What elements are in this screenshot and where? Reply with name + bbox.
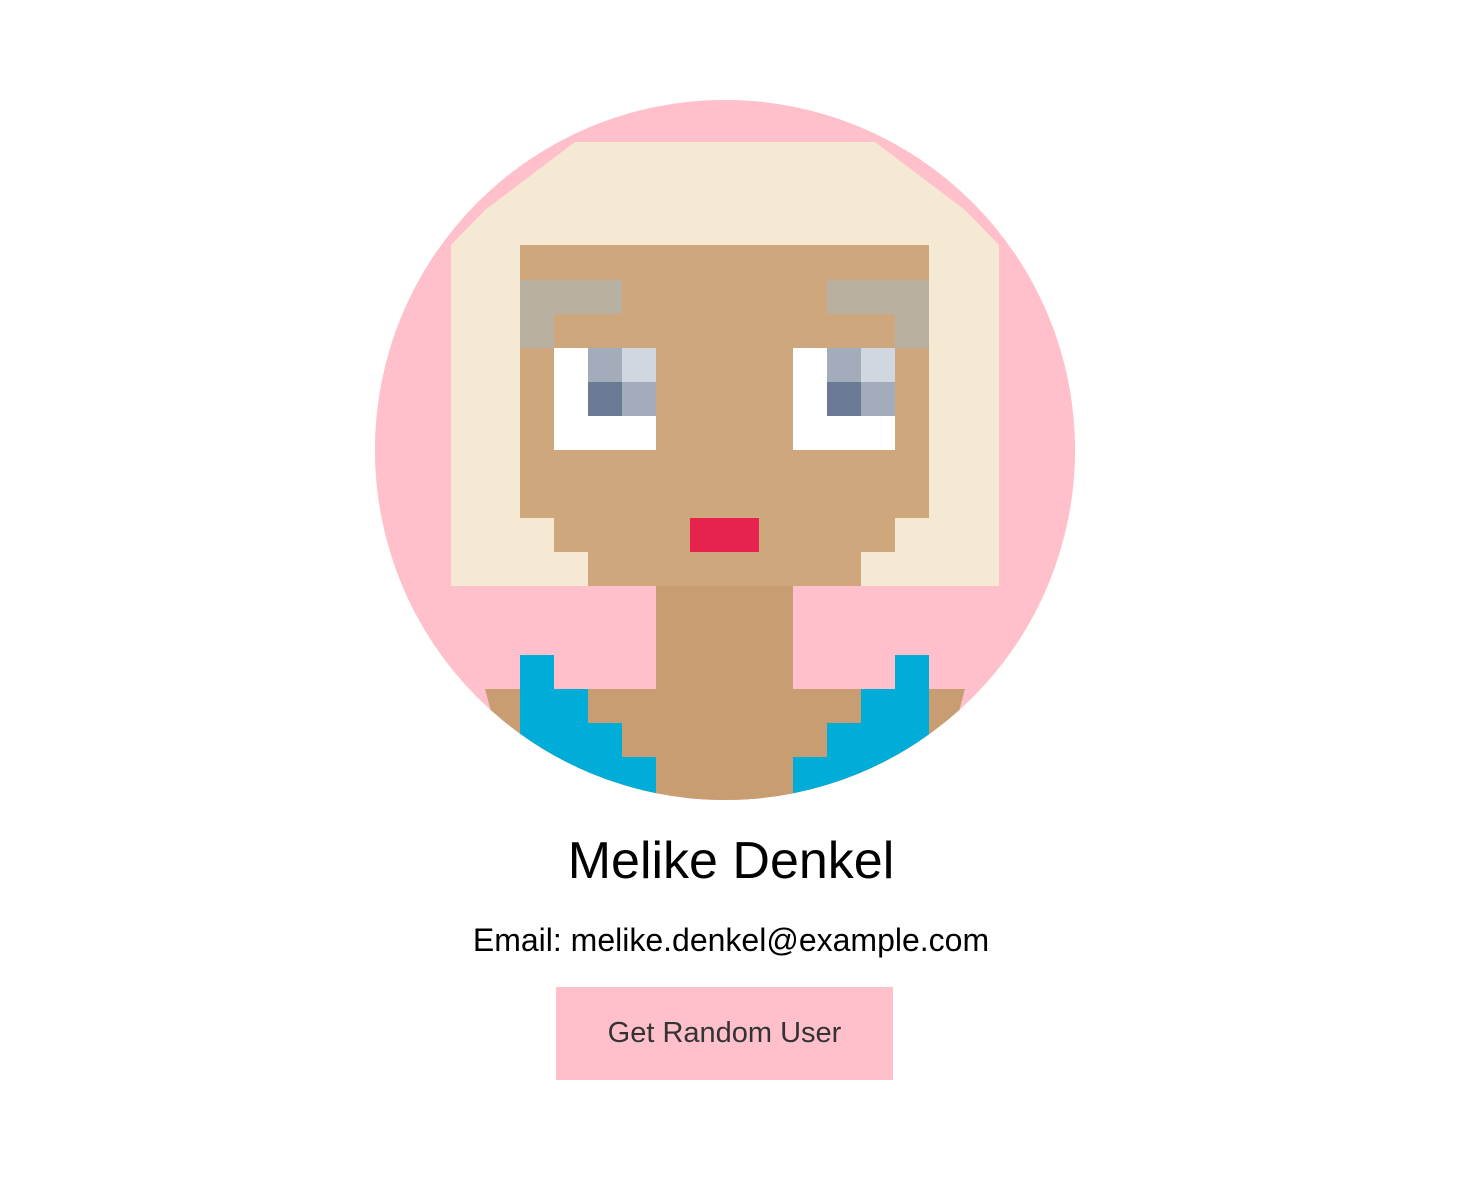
eyebrow-left: [520, 280, 622, 314]
avatar: [375, 100, 1075, 800]
eyebrow-right: [827, 280, 929, 314]
get-random-user-button[interactable]: Get Random User: [556, 987, 893, 1080]
lips: [690, 518, 759, 552]
eyebrow-left-tail: [520, 314, 554, 348]
eye-left-iris-br: [622, 382, 656, 416]
eye-right-iris-tr: [861, 348, 895, 382]
user-email: Email: melike.denkel@example.com: [472, 922, 990, 958]
eye-left-iris-tl: [588, 348, 622, 382]
eye-right-iris-tl: [827, 348, 861, 382]
user-name: Melike Denkel: [567, 832, 895, 890]
pixel-avatar-image: [375, 100, 1075, 800]
face-chin-2: [588, 552, 861, 586]
eyebrow-right-tail: [895, 314, 929, 348]
eye-right-iris-br: [861, 382, 895, 416]
eye-left-iris-bl: [588, 382, 622, 416]
eye-left-iris-tr: [622, 348, 656, 382]
eye-right-iris-bl: [827, 382, 861, 416]
profile-card: Melike Denkel Email: melike.denkel@examp…: [0, 0, 1462, 1182]
